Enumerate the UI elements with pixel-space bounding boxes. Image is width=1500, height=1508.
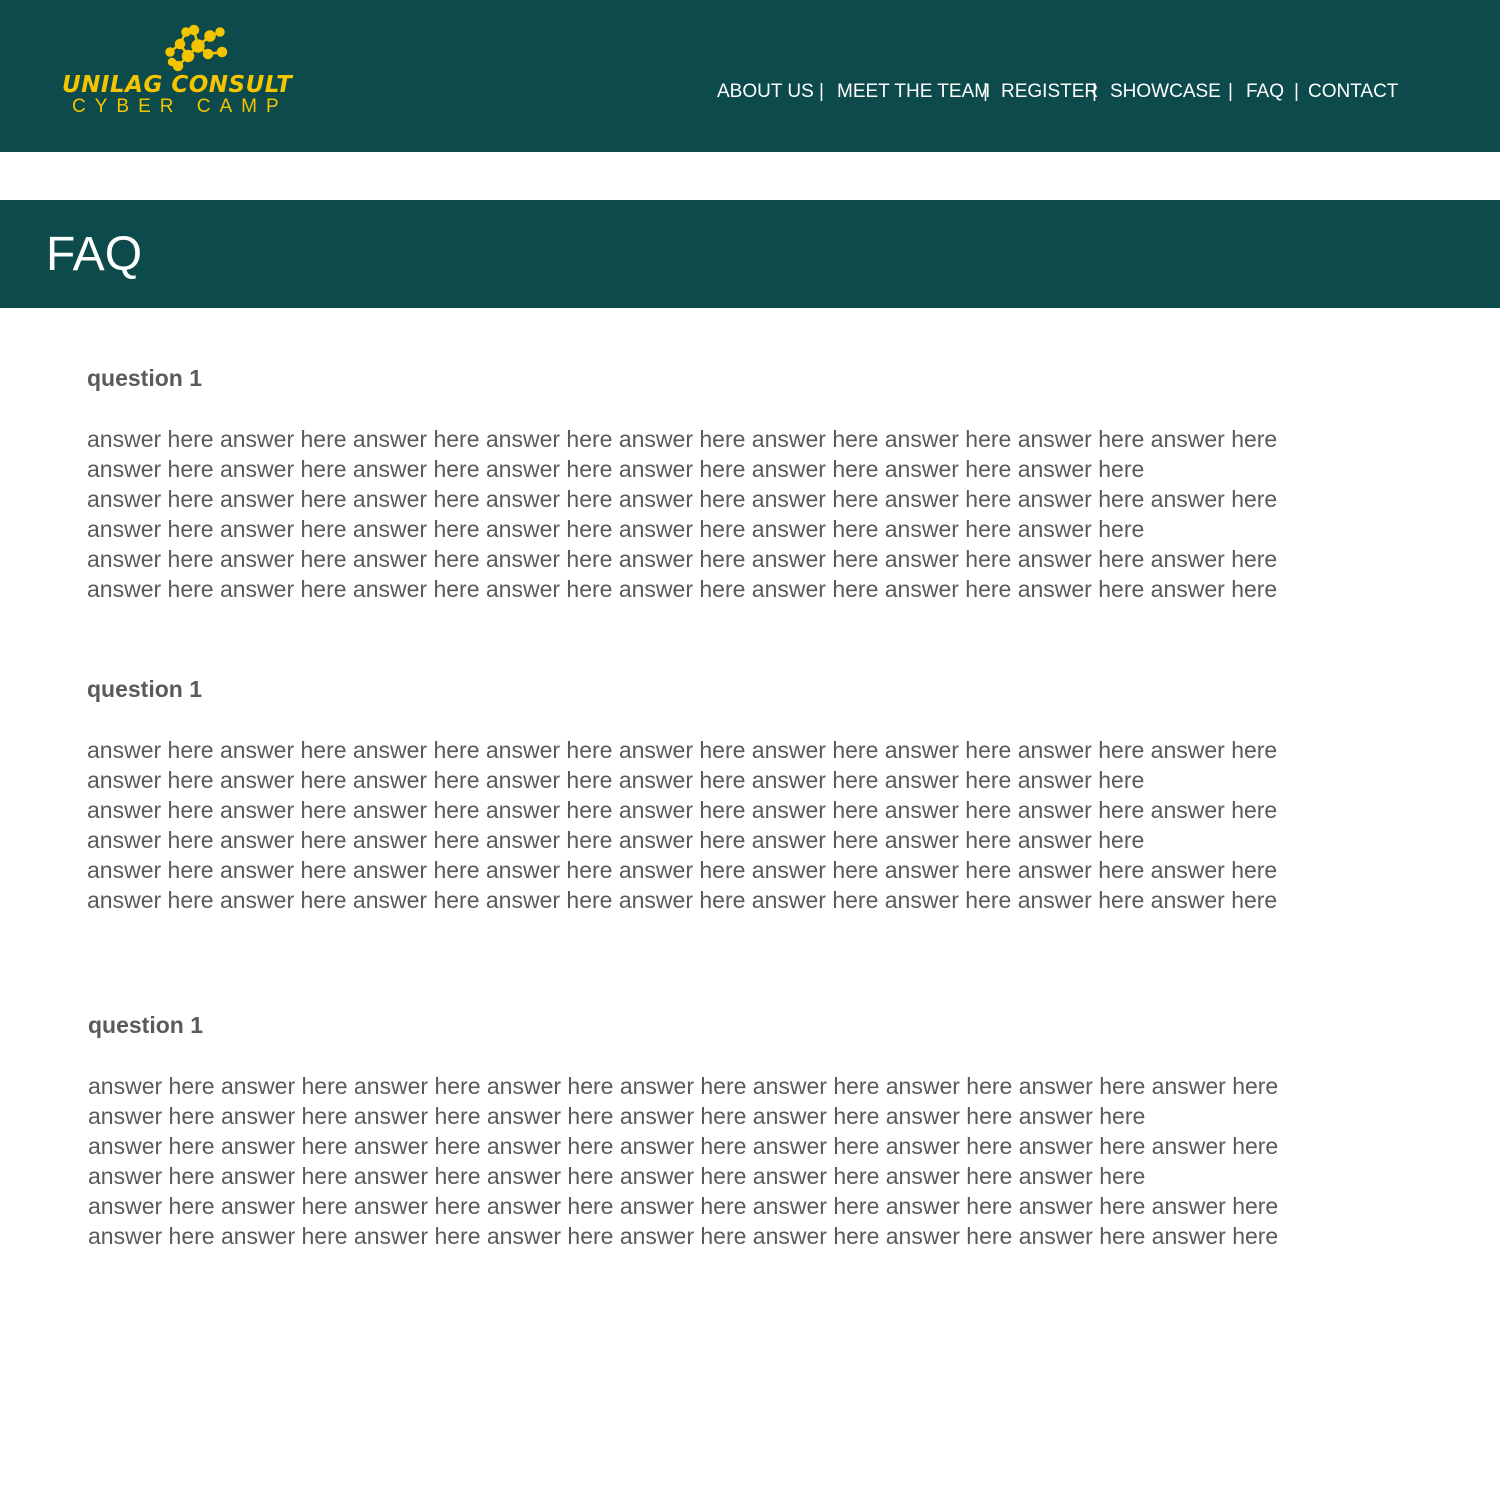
faq-item: question 1 answer here answer here answe…	[87, 364, 1377, 604]
faq-answer: answer here answer here answer here answ…	[88, 1071, 1378, 1251]
answer-line: answer here answer here answer here answ…	[87, 486, 1278, 512]
page-banner: FAQ	[0, 200, 1500, 308]
faq-item: question 1 answer here answer here answe…	[88, 1011, 1378, 1251]
answer-line: answer here answer here answer here answ…	[88, 1193, 1279, 1219]
answer-line: answer here answer here answer here answ…	[87, 426, 1278, 452]
answer-line: answer here answer here answer here answ…	[88, 1073, 1279, 1099]
nav-meet-the-team[interactable]: MEET THE TEAM	[837, 78, 990, 106]
faq-answer: answer here answer here answer here answ…	[87, 735, 1377, 915]
nav-faq[interactable]: FAQ	[1246, 78, 1284, 106]
nav-showcase[interactable]: SHOWCASE	[1110, 78, 1221, 106]
faq-question: question 1	[88, 1012, 204, 1038]
faq-item: question 1 answer here answer here answe…	[87, 675, 1377, 915]
main-nav: ABOUT US | MEET THE TEAM | REGISTER | SH…	[0, 78, 1500, 106]
answer-line: answer here answer here answer here answ…	[87, 576, 1278, 602]
logo[interactable]: UNILAG CONSULT CYBER CAMP	[62, 22, 318, 122]
answer-line: answer here answer here answer here answ…	[88, 1223, 1279, 1249]
page-title: FAQ	[46, 228, 143, 281]
answer-line: answer here answer here answer here answ…	[87, 516, 1145, 542]
answer-line: answer here answer here answer here answ…	[87, 767, 1145, 793]
answer-line: answer here answer here answer here answ…	[87, 737, 1278, 763]
nav-contact[interactable]: CONTACT	[1308, 78, 1398, 106]
nav-separator: |	[1228, 81, 1233, 102]
answer-line: answer here answer here answer here answ…	[87, 797, 1278, 823]
answer-line: answer here answer here answer here answ…	[87, 456, 1145, 482]
answer-line: answer here answer here answer here answ…	[87, 546, 1278, 572]
answer-line: answer here answer here answer here answ…	[88, 1133, 1279, 1159]
nav-separator: |	[819, 81, 824, 102]
nav-separator: |	[1092, 81, 1097, 102]
faq-question: question 1	[87, 365, 203, 391]
answer-line: answer here answer here answer here answ…	[87, 887, 1278, 913]
site-header: UNILAG CONSULT CYBER CAMP ABOUT US | MEE…	[0, 0, 1500, 152]
answer-line: answer here answer here answer here answ…	[88, 1163, 1146, 1189]
faq-question: question 1	[87, 676, 203, 702]
nav-register[interactable]: REGISTER	[1001, 78, 1098, 106]
faq-answer: answer here answer here answer here answ…	[87, 424, 1377, 604]
answer-line: answer here answer here answer here answ…	[87, 827, 1145, 853]
molecule-logo-icon	[165, 24, 228, 72]
answer-line: answer here answer here answer here answ…	[87, 857, 1278, 883]
nav-about-us[interactable]: ABOUT US	[717, 78, 814, 106]
nav-separator: |	[1294, 81, 1299, 102]
nav-separator: |	[983, 81, 988, 102]
answer-line: answer here answer here answer here answ…	[88, 1103, 1146, 1129]
